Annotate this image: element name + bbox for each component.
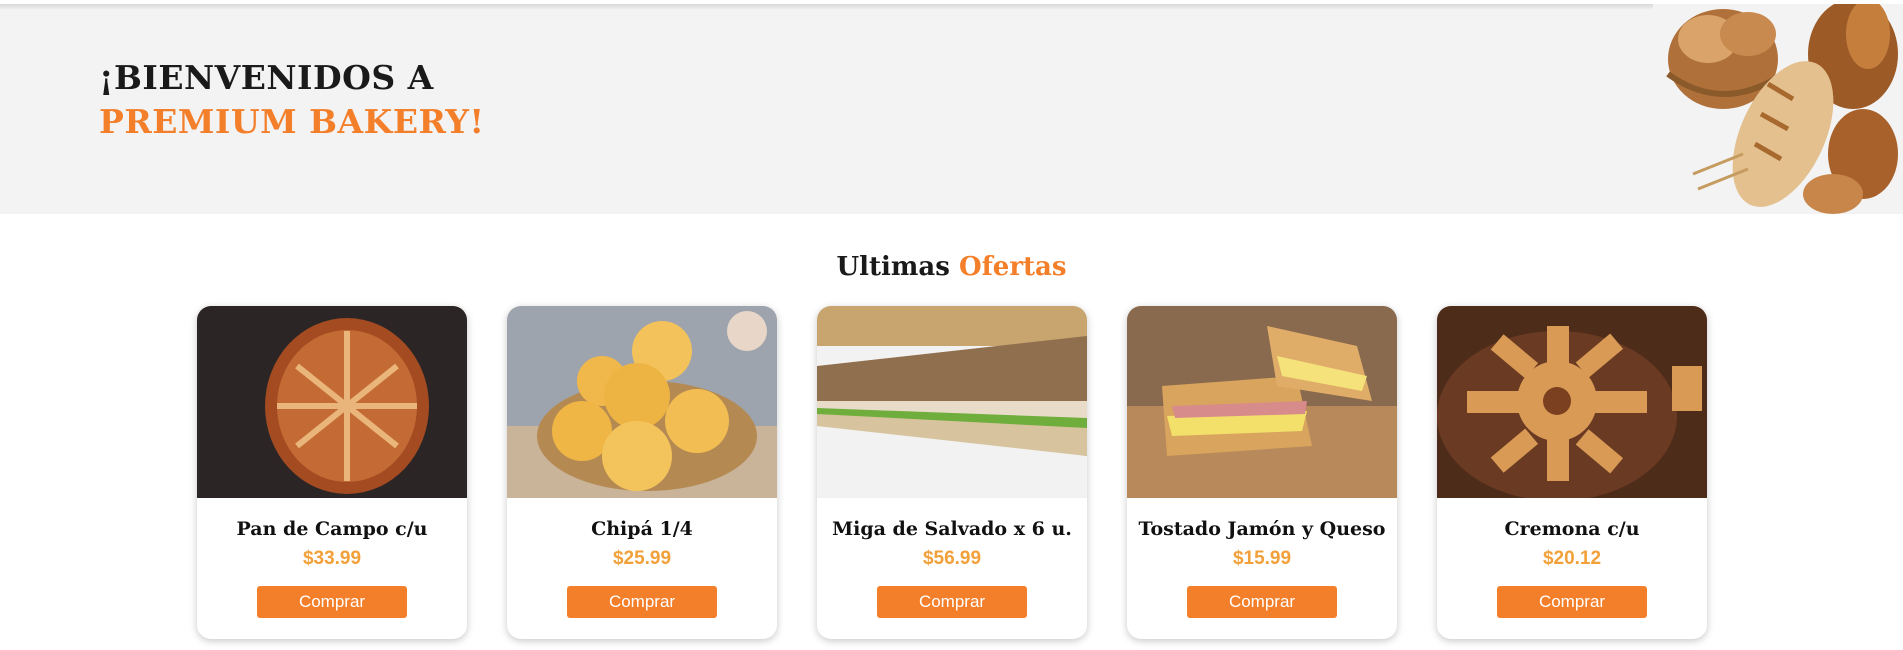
product-card: Miga de Salvado x 6 u. $56.99 Comprar [817, 306, 1087, 639]
buy-button[interactable]: Comprar [877, 586, 1027, 618]
product-image-cremona [1437, 306, 1707, 498]
product-image-tostado [1127, 306, 1397, 498]
buy-button[interactable]: Comprar [1497, 586, 1647, 618]
header-shadow [0, 4, 1903, 10]
buy-button[interactable]: Comprar [257, 586, 407, 618]
product-name: Tostado Jamón y Queso [1138, 518, 1386, 540]
product-name: Miga de Salvado x 6 u. [832, 518, 1072, 540]
product-image-miga-de-salvado [817, 306, 1087, 498]
product-list: Pan de Campo c/u $33.99 Comprar Chipá 1/… [197, 306, 1707, 641]
product-name: Pan de Campo c/u [236, 518, 428, 540]
buy-button[interactable]: Comprar [567, 586, 717, 618]
product-card: Pan de Campo c/u $33.99 Comprar [197, 306, 467, 639]
offers-heading: Ultimas Ofertas [0, 252, 1903, 282]
hero-title: ¡BIENVENIDOS A PREMIUM BAKERY! [99, 56, 484, 144]
offers-heading-prefix: Ultimas [836, 252, 950, 282]
product-price: $20.12 [1542, 548, 1602, 569]
product-card: Tostado Jamón y Queso $15.99 Comprar [1127, 306, 1397, 639]
product-name: Chipá 1/4 [591, 518, 693, 540]
product-price: $33.99 [302, 548, 362, 569]
buy-button[interactable]: Comprar [1187, 586, 1337, 618]
bread-basket-image [1653, 4, 1903, 214]
hero-banner: ¡BIENVENIDOS A PREMIUM BAKERY! [0, 4, 1903, 214]
product-name: Cremona c/u [1504, 518, 1640, 540]
offers-heading-accent: Ofertas [958, 252, 1067, 282]
product-image-chipa [507, 306, 777, 498]
product-image-pan-de-campo [197, 306, 467, 498]
hero-title-line2: PREMIUM BAKERY! [99, 102, 485, 141]
product-card: Cremona c/u $20.12 Comprar [1437, 306, 1707, 639]
product-price: $25.99 [612, 548, 672, 569]
hero-title-line1: ¡BIENVENIDOS A [99, 58, 434, 97]
product-price: $56.99 [922, 548, 982, 569]
product-card: Chipá 1/4 $25.99 Comprar [507, 306, 777, 639]
product-price: $15.99 [1232, 548, 1292, 569]
